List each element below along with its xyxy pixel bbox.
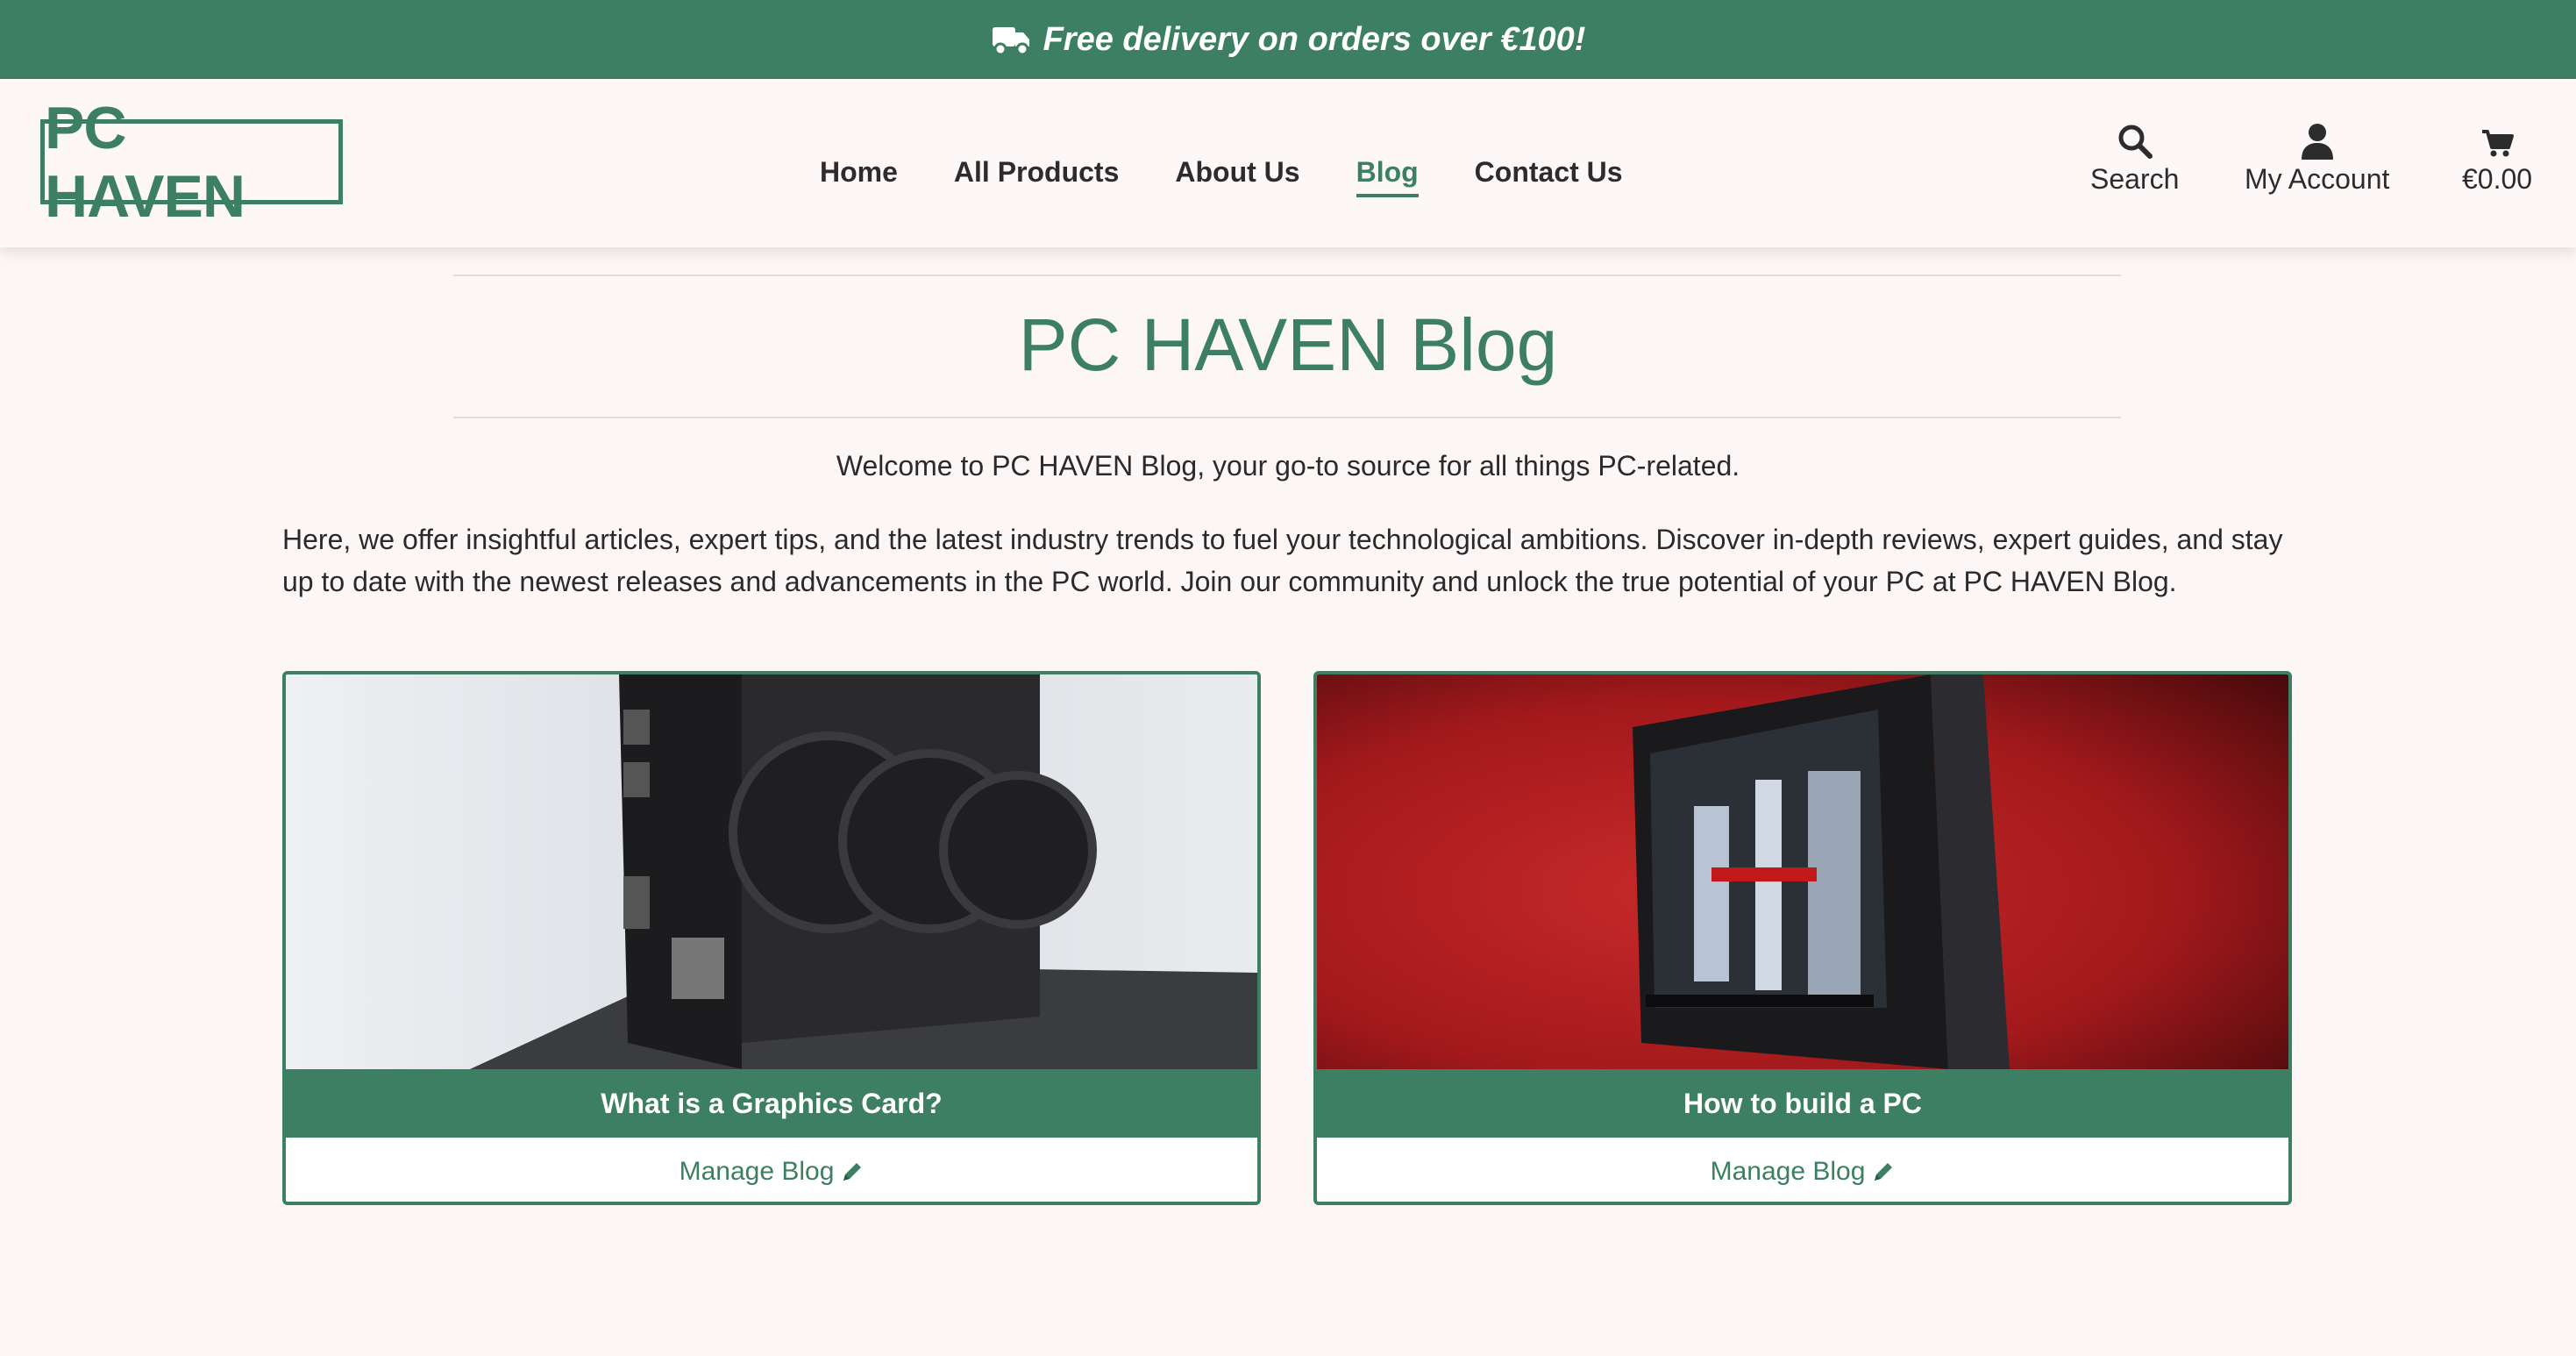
cart-total: €0.00 — [2462, 163, 2533, 195]
site-logo[interactable]: PC HAVEN — [40, 95, 343, 230]
manage-blog-label: Manage Blog — [679, 1156, 835, 1186]
delivery-banner: Free delivery on orders over €100! — [0, 0, 2576, 79]
search-button[interactable]: Search — [2090, 123, 2179, 196]
user-icon — [2301, 124, 2333, 160]
title-divider-bottom — [453, 417, 2121, 418]
nav-all-products[interactable]: All Products — [954, 156, 1119, 197]
blog-card-title[interactable]: How to build a PC — [1317, 1069, 2288, 1138]
manage-blog-label: Manage Blog — [1710, 1156, 1866, 1186]
page-title: PC HAVEN Blog — [1018, 303, 1558, 386]
blog-card[interactable]: What is a Graphics Card? Manage Blog — [282, 671, 1261, 1205]
cart-button[interactable]: €0.00 — [2462, 123, 2532, 196]
blog-card-title[interactable]: What is a Graphics Card? — [286, 1069, 1257, 1138]
my-account-button[interactable]: My Account — [2245, 123, 2389, 196]
search-label: Search — [2090, 163, 2180, 195]
graphics-card-image[interactable] — [286, 674, 1257, 1069]
blog-card[interactable]: How to build a PC Manage Blog — [1313, 671, 2292, 1205]
title-divider-top — [453, 275, 2121, 276]
delivery-banner-text: Free delivery on orders over €100! — [1042, 20, 1586, 58]
intro-text: Here, we offer insightful articles, expe… — [282, 524, 2283, 597]
search-icon — [2118, 125, 2153, 159]
main-nav: Home All Products About Us Blog Contact … — [820, 156, 1623, 197]
nav-blog[interactable]: Blog — [1356, 156, 1419, 197]
nav-home[interactable]: Home — [820, 156, 898, 197]
manage-blog-link[interactable]: Manage Blog — [1317, 1138, 2288, 1202]
manage-blog-link[interactable]: Manage Blog — [286, 1138, 1257, 1202]
pencil-icon — [843, 1162, 862, 1181]
pc-case-image[interactable] — [1317, 674, 2288, 1069]
my-account-label: My Account — [2245, 163, 2390, 195]
pencil-icon — [1875, 1162, 1893, 1181]
cart-icon — [2482, 130, 2515, 157]
truck-icon — [992, 27, 1029, 56]
site-header: PC HAVEN Home All Products About Us Blog… — [0, 79, 2576, 247]
nav-about-us[interactable]: About Us — [1175, 156, 1299, 197]
welcome-text: Welcome to PC HAVEN Blog, your go-to sou… — [836, 450, 1740, 482]
nav-contact-us[interactable]: Contact Us — [1475, 156, 1623, 197]
